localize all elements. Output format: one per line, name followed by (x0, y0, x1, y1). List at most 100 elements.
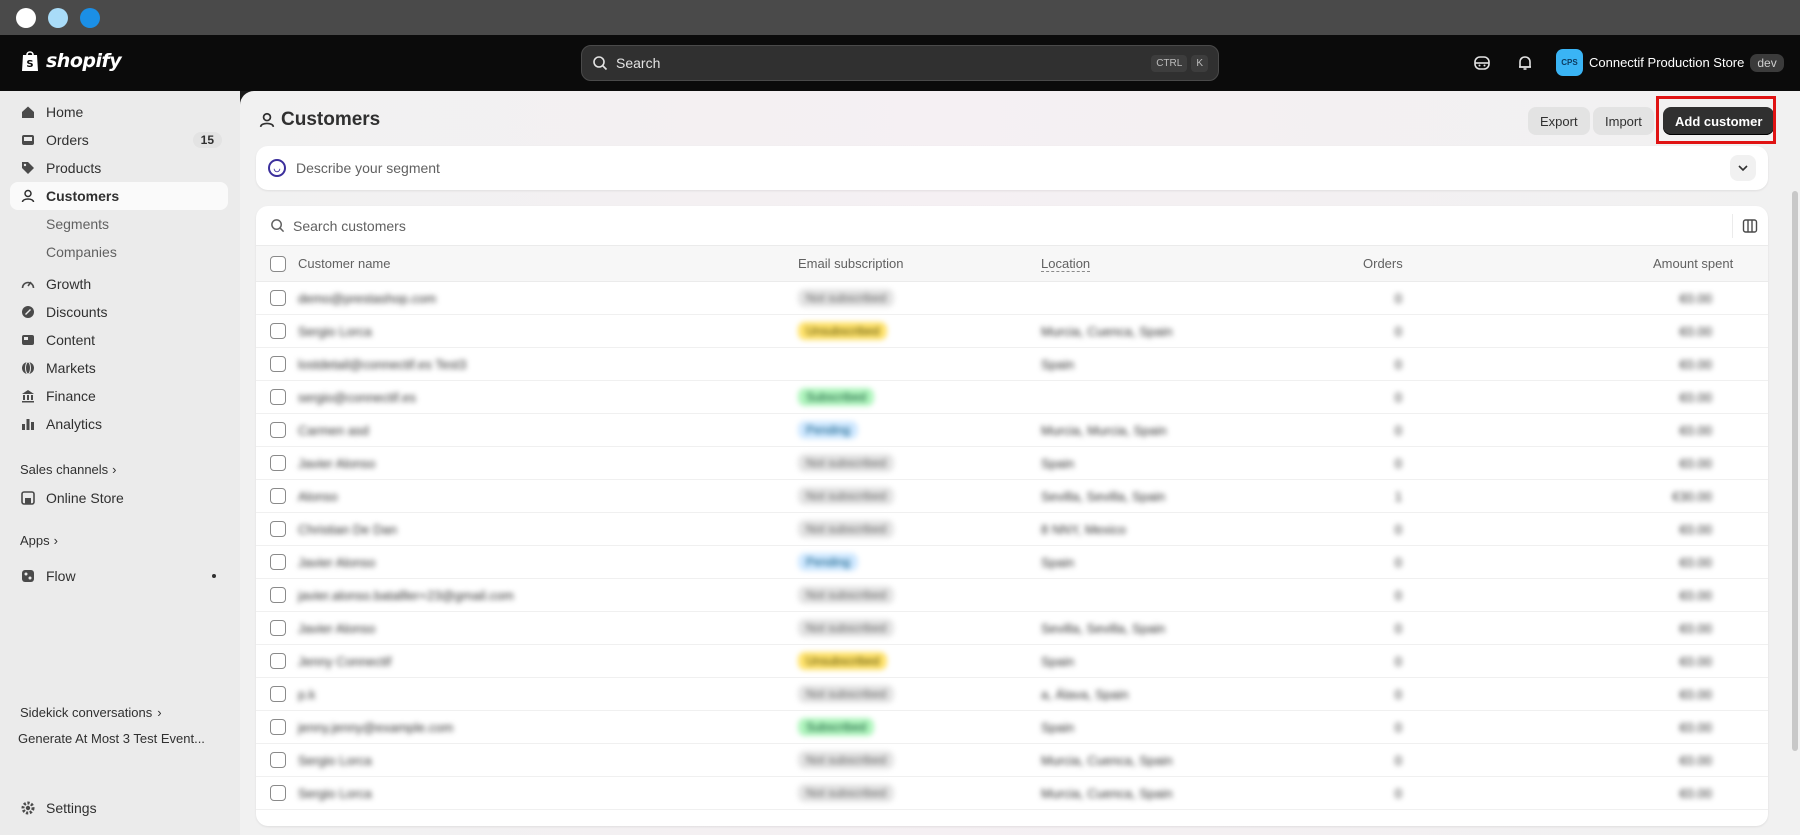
table-row[interactable]: javier.alonso.batalller+23@gmail.com Not … (256, 579, 1768, 612)
customer-name[interactable]: Christian De Dan (298, 522, 397, 537)
customer-name[interactable]: Sergio Lorca (298, 324, 372, 339)
table-row[interactable]: Javier Alonso Not subscribed Spain 0 €0.00 (256, 447, 1768, 480)
sales-channels-header[interactable]: Sales channels › (20, 462, 117, 477)
row-checkbox[interactable] (270, 422, 286, 438)
row-checkbox[interactable] (270, 554, 286, 570)
customer-name[interactable]: Alonso (298, 489, 338, 504)
window-minimize-button[interactable] (48, 8, 68, 28)
table-row[interactable]: Sergio Lorca Not subscribed Murcia, Cuenca… (256, 744, 1768, 777)
row-checkbox[interactable] (270, 455, 286, 471)
customer-name[interactable]: Javier Alonso (298, 621, 375, 636)
sidebar-item-orders[interactable]: Orders 15 (10, 126, 228, 154)
sidebar-item-online-store[interactable]: Online Store (10, 484, 228, 512)
sidebar-item-markets[interactable]: Markets (10, 354, 228, 382)
sidebar-item-companies[interactable]: Companies (10, 238, 228, 266)
window-maximize-button[interactable] (80, 8, 100, 28)
sidebar-item-segments[interactable]: Segments (10, 210, 228, 238)
sidekick-icon[interactable] (1470, 51, 1494, 75)
table-row[interactable]: Jenny Connectif Unsubscribed Spain 0 €0.00 (256, 645, 1768, 678)
export-button[interactable]: Export (1528, 107, 1590, 135)
select-all-checkbox[interactable] (270, 256, 286, 272)
row-checkbox[interactable] (270, 587, 286, 603)
table-row[interactable]: Javier Alonso Pending Spain 0 €0.00 (256, 546, 1768, 579)
table-row[interactable]: Sergio Lorca Not subscribed Murcia, Cuenca… (256, 777, 1768, 810)
bank-icon (20, 388, 36, 404)
table-row[interactable]: demo@prestashop.com Not subscribed 0 €0.00 (256, 282, 1768, 315)
row-checkbox[interactable] (270, 323, 286, 339)
global-search-input[interactable]: Search CTRL K (581, 45, 1219, 81)
shopify-logo[interactable]: S shopify (20, 49, 122, 73)
table-row[interactable]: lostdetail@connectif.es Test3 Spain 0 €0.00 (256, 348, 1768, 381)
customer-amount-spent: €0.00 (1679, 456, 1712, 471)
customer-name[interactable]: jenny.jenny@example.com (298, 720, 453, 735)
customer-name[interactable]: Sergio Lorca (298, 786, 372, 801)
row-checkbox[interactable] (270, 521, 286, 537)
table-row[interactable]: Carmen asd Pending Murcia, Murcia, Spain 0 €… (256, 414, 1768, 447)
store-switcher[interactable]: CPS Connectif Production Store dev (1556, 49, 1784, 76)
customer-orders: 0 (1394, 654, 1402, 669)
customer-name[interactable]: demo@prestashop.com (298, 291, 436, 306)
sidebar-item-home[interactable]: Home (10, 98, 228, 126)
table-row[interactable]: Christian De Dan Not subscribed 8 NNY, Mex… (256, 513, 1768, 546)
sidebar-item-label: Customers (46, 188, 120, 204)
row-checkbox[interactable] (270, 653, 286, 669)
column-header-amount[interactable]: Amount spent (1653, 256, 1733, 271)
table-row[interactable]: Sergio Lorca Unsubscribed Murcia, Cuenca, … (256, 315, 1768, 348)
customer-name[interactable]: javier.alonso.batalller+23@gmail.com (298, 588, 514, 603)
row-checkbox[interactable] (270, 620, 286, 636)
sidebar-item-label: Settings (46, 800, 97, 816)
chevron-down-icon[interactable] (1730, 155, 1756, 181)
customer-name[interactable]: Jenny Connectif (298, 654, 391, 669)
columns-icon[interactable] (1732, 214, 1758, 238)
sidebar-item-finance[interactable]: Finance (10, 382, 228, 410)
page-title: Customers (259, 109, 380, 131)
sidekick-conversations-header[interactable]: Sidekick conversations › (20, 705, 162, 720)
row-checkbox[interactable] (270, 389, 286, 405)
sidebar-item-customers[interactable]: Customers (10, 182, 228, 210)
window-close-button[interactable] (16, 8, 36, 28)
notifications-bell-icon[interactable] (1513, 51, 1537, 75)
table-row[interactable]: Javier Alonso Not subscribed Sevilla, Sevi… (256, 612, 1768, 645)
column-header-email[interactable]: Email subscription (798, 256, 904, 271)
customer-name[interactable]: lostdetail@connectif.es Test3 (298, 357, 466, 372)
sidebar-item-flow[interactable]: Flow (10, 562, 228, 590)
globe-icon (20, 360, 36, 376)
column-header-location[interactable]: Location (1041, 256, 1091, 272)
table-row[interactable]: Alonso Not subscribed Sevilla, Sevilla, Sp… (256, 480, 1768, 513)
customer-name[interactable]: Sergio Lorca (298, 753, 372, 768)
row-checkbox[interactable] (270, 686, 286, 702)
sidebar-item-content[interactable]: Content (10, 326, 228, 354)
table-row[interactable]: p.k Not subscribed a, Álava, Spain 0 €0.00 (256, 678, 1768, 711)
row-checkbox[interactable] (270, 488, 286, 504)
customer-name[interactable]: Javier Alonso (298, 555, 375, 570)
email-subscription-badge: Unsubscribed (798, 322, 888, 340)
store-env-badge: dev (1750, 53, 1784, 72)
table-row[interactable]: jenny.jenny@example.com Subscribed Spain 0 €… (256, 711, 1768, 744)
column-header-name[interactable]: Customer name (298, 256, 390, 271)
table-row[interactable]: sergio@connectif.es Subscribed 0 €0.00 (256, 381, 1768, 414)
search-icon (593, 56, 608, 71)
sidebar-item-products[interactable]: Products (10, 154, 228, 182)
customer-search-input[interactable]: Search customers (256, 206, 1768, 246)
scrollbar[interactable] (1792, 191, 1798, 751)
sidebar-item-analytics[interactable]: Analytics (10, 410, 228, 438)
customer-name[interactable]: p.k (298, 687, 315, 702)
row-checkbox[interactable] (270, 752, 286, 768)
row-checkbox[interactable] (270, 719, 286, 735)
sidebar-item-discounts[interactable]: Discounts (10, 298, 228, 326)
segment-input[interactable]: ◡ Describe your segment (256, 146, 1768, 190)
row-checkbox[interactable] (270, 785, 286, 801)
sidebar-item-settings[interactable]: Settings (10, 794, 228, 822)
row-checkbox[interactable] (270, 290, 286, 306)
sidebar-item-growth[interactable]: Growth (10, 270, 228, 298)
sidekick-conversation-item[interactable]: Generate At Most 3 Test Event... (18, 731, 218, 746)
customer-amount-spent: €0.00 (1679, 291, 1712, 306)
customer-name[interactable]: Carmen asd (298, 423, 369, 438)
apps-header[interactable]: Apps › (20, 533, 58, 548)
column-header-orders[interactable]: Orders (1363, 256, 1403, 271)
row-checkbox[interactable] (270, 356, 286, 372)
customer-name[interactable]: Javier Alonso (298, 456, 375, 471)
customer-name[interactable]: sergio@connectif.es (298, 390, 416, 405)
person-icon (20, 188, 36, 204)
import-button[interactable]: Import (1593, 107, 1654, 135)
